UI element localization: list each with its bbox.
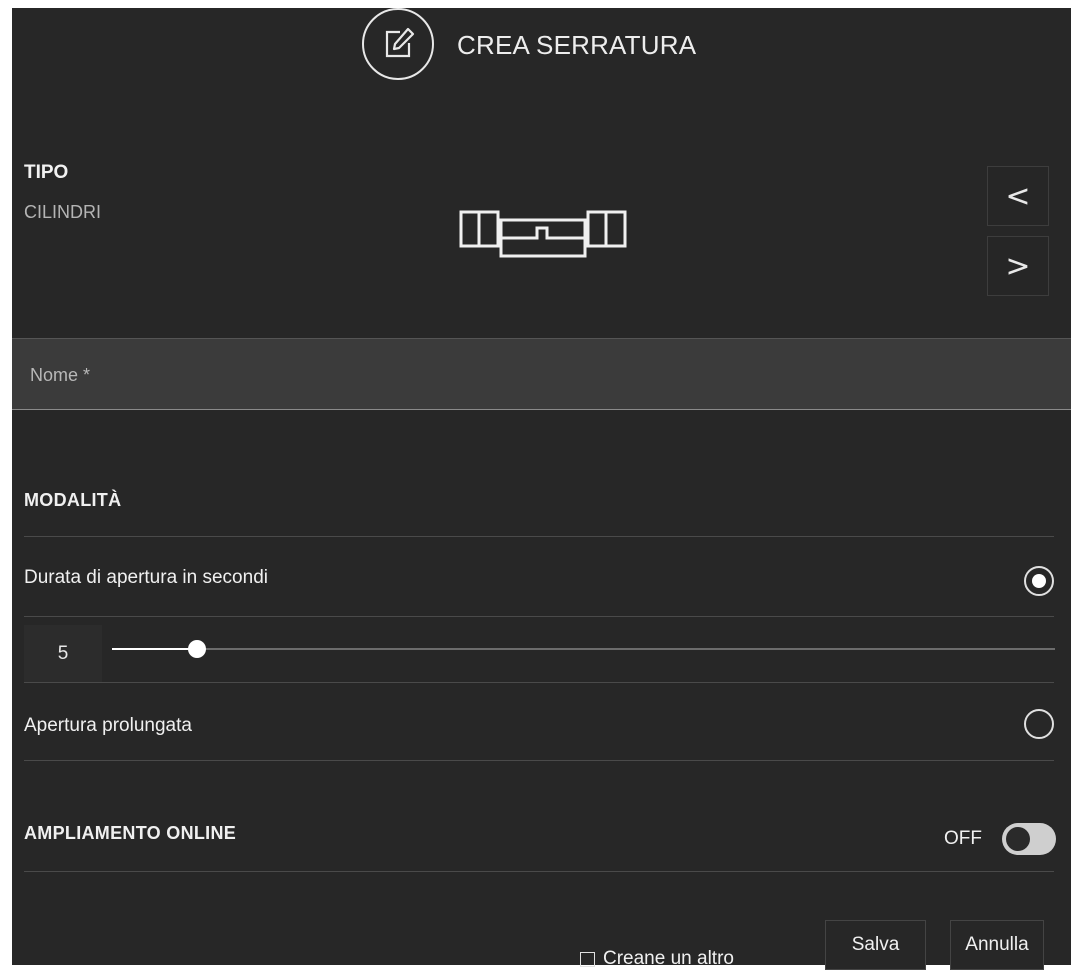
duration-slider[interactable] xyxy=(112,640,1055,658)
divider xyxy=(24,760,1054,761)
online-toggle[interactable] xyxy=(1002,823,1056,855)
create-another-label: Creane un altro xyxy=(603,948,734,969)
mode-section-title: MODALITÀ xyxy=(24,490,122,510)
edit-icon xyxy=(362,8,434,80)
option-prolonged-label: Apertura prolungata xyxy=(24,715,192,736)
cancel-button[interactable]: Annulla xyxy=(950,920,1044,970)
duration-slider-fill xyxy=(112,648,197,650)
create-another-option[interactable]: Creane un altro xyxy=(580,948,734,970)
dialog-title: CREA SERRATURA xyxy=(457,30,697,60)
divider xyxy=(24,682,1054,683)
create-lock-dialog: CREA SERRATURA TIPO CILINDRI < > MODALIT… xyxy=(12,8,1071,970)
duration-slider-thumb[interactable] xyxy=(187,640,206,658)
cylinder-lock-icon xyxy=(459,210,627,258)
option-duration-radio[interactable] xyxy=(1024,566,1054,596)
name-field-container xyxy=(12,338,1071,410)
option-duration-label: Durata di apertura in secondi xyxy=(24,567,268,588)
online-toggle-state: OFF xyxy=(944,828,982,849)
online-section-title: AMPLIAMENTO ONLINE xyxy=(24,823,237,843)
type-label: TIPO xyxy=(24,162,69,183)
toggle-knob xyxy=(1006,827,1030,851)
divider xyxy=(24,871,1054,872)
type-value: CILINDRI xyxy=(24,202,102,222)
next-type-button[interactable]: > xyxy=(987,236,1049,296)
divider xyxy=(24,616,1054,617)
name-input[interactable] xyxy=(28,359,932,391)
option-prolonged-radio[interactable] xyxy=(1024,709,1054,739)
divider xyxy=(24,536,1054,537)
save-button[interactable]: Salva xyxy=(825,920,926,970)
previous-type-button[interactable]: < xyxy=(987,166,1049,226)
create-another-checkbox[interactable] xyxy=(580,951,595,967)
duration-value[interactable]: 5 xyxy=(24,625,102,683)
